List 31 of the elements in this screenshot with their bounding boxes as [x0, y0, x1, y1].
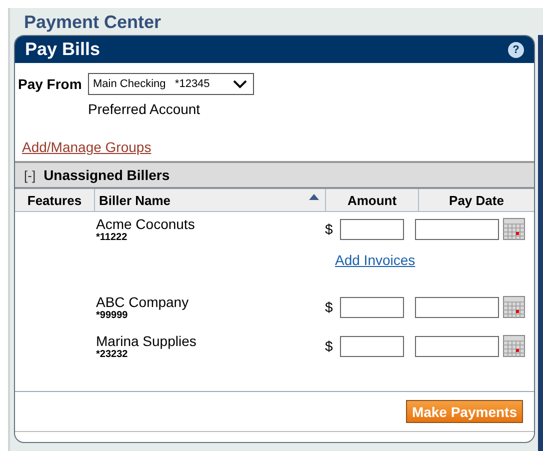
- amount-field[interactable]: [340, 336, 404, 356]
- column-header[interactable]: Amount: [325, 189, 418, 211]
- biller-name: Acme Coconuts: [96, 216, 196, 232]
- sort-up-icon: [309, 194, 319, 200]
- help-button[interactable]: ?: [508, 42, 524, 58]
- pay-date-field[interactable]: [415, 296, 499, 318]
- page-title: Payment Center: [23, 11, 162, 34]
- biller-account: *23232: [96, 349, 129, 360]
- group-title: Unassigned Billers: [44, 167, 170, 183]
- pay-date-field[interactable]: [415, 336, 499, 356]
- column-header[interactable]: Biller Name: [94, 189, 325, 211]
- biller-name: ABC Company: [96, 294, 190, 310]
- preferred-account-note: Preferred Account: [88, 101, 202, 117]
- chevron-down-icon: [233, 80, 247, 88]
- biller-account: *99999: [96, 310, 129, 321]
- amount-field[interactable]: [340, 218, 404, 240]
- collapse-toggle[interactable]: [-]: [24, 168, 36, 182]
- pay-from-label: Pay From: [18, 76, 83, 92]
- currency-sign: $: [325, 338, 334, 354]
- panel-title: Pay Bills: [25, 39, 100, 60]
- biller-account: *11222: [96, 232, 128, 243]
- biller-name: Marina Supplies: [96, 333, 198, 349]
- column-header[interactable]: Features: [15, 189, 94, 211]
- column-header[interactable]: Pay Date: [418, 189, 534, 211]
- pay-date-field[interactable]: [415, 218, 499, 240]
- currency-sign: $: [325, 299, 334, 315]
- add-manage-groups-link[interactable]: Add/Manage Groups: [22, 139, 152, 155]
- account-dropdown[interactable]: Main Checking *12345: [88, 73, 254, 95]
- add-invoices-link[interactable]: Add Invoices: [335, 252, 416, 268]
- currency-sign: $: [325, 221, 334, 237]
- amount-field[interactable]: [340, 296, 404, 318]
